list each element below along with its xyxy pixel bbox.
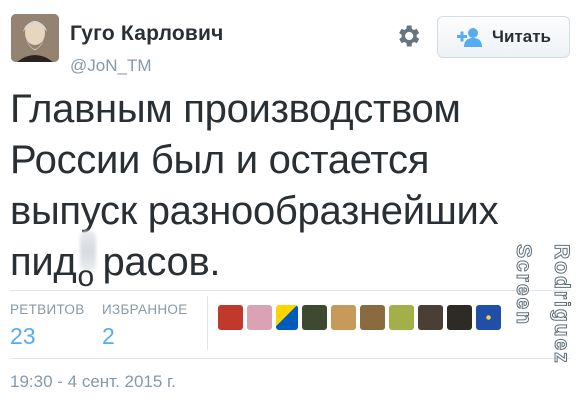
stats-bottom-divider: [10, 358, 570, 359]
settings-gear-button[interactable]: [392, 20, 424, 52]
favorites-stat[interactable]: ИЗБРАННОЕ 2: [102, 302, 188, 350]
favoriter-avatar-10[interactable]: [476, 305, 501, 330]
favoriter-avatar-9[interactable]: [447, 305, 472, 330]
favorites-count: 2: [102, 323, 115, 349]
favoriter-avatar-4[interactable]: [302, 305, 327, 330]
censored-letter: о: [76, 231, 102, 293]
favoriters-list: [218, 305, 501, 330]
tweet-word-start: пид: [10, 240, 77, 284]
favorites-label: ИЗБРАННОЕ: [102, 302, 188, 317]
favoriter-avatar-6[interactable]: [360, 305, 385, 330]
censored-glyph: о: [77, 260, 94, 293]
tweet-line-2: России был и остается: [10, 138, 430, 182]
author-handle[interactable]: @JoN_TM: [70, 56, 152, 76]
tweet-line-3: выпуск разнообразнейших: [10, 189, 499, 233]
favoriter-avatar-5[interactable]: [331, 305, 356, 330]
tweet-word-end: расов.: [102, 240, 221, 284]
favoriter-avatar-3[interactable]: [276, 305, 298, 330]
portrait-icon: [11, 14, 59, 62]
favoriter-avatar-2[interactable]: [247, 305, 272, 330]
stats-separator: [207, 296, 208, 350]
author-block: Гуго Карлович @JoN_TM: [70, 22, 223, 75]
tweet-timestamp[interactable]: 19:30 - 4 сент. 2015 г.: [10, 372, 176, 392]
favoriter-avatar-1[interactable]: [218, 305, 243, 330]
author-avatar[interactable]: [11, 14, 59, 62]
gear-icon: [399, 25, 420, 47]
follow-button-label: Читать: [492, 27, 551, 46]
add-user-icon: [457, 28, 483, 47]
favoriter-avatar-7[interactable]: [389, 305, 414, 330]
retweets-stat[interactable]: РЕТВИТОВ 23: [10, 302, 85, 350]
tweet-text: Главным производством России был и остае…: [10, 84, 550, 293]
watermark: Rodriguez Screen: [512, 244, 574, 366]
favoriter-avatar-8[interactable]: [418, 305, 443, 330]
retweets-label: РЕТВИТОВ: [10, 302, 85, 317]
follow-button[interactable]: Читать: [437, 16, 570, 58]
tweet-line-4: пид о расов.: [10, 231, 550, 293]
tweet-line-1: Главным производством: [10, 87, 461, 131]
author-name[interactable]: Гуго Карлович: [70, 22, 223, 46]
retweets-count: 23: [10, 323, 36, 349]
stats-top-divider: [10, 290, 570, 291]
